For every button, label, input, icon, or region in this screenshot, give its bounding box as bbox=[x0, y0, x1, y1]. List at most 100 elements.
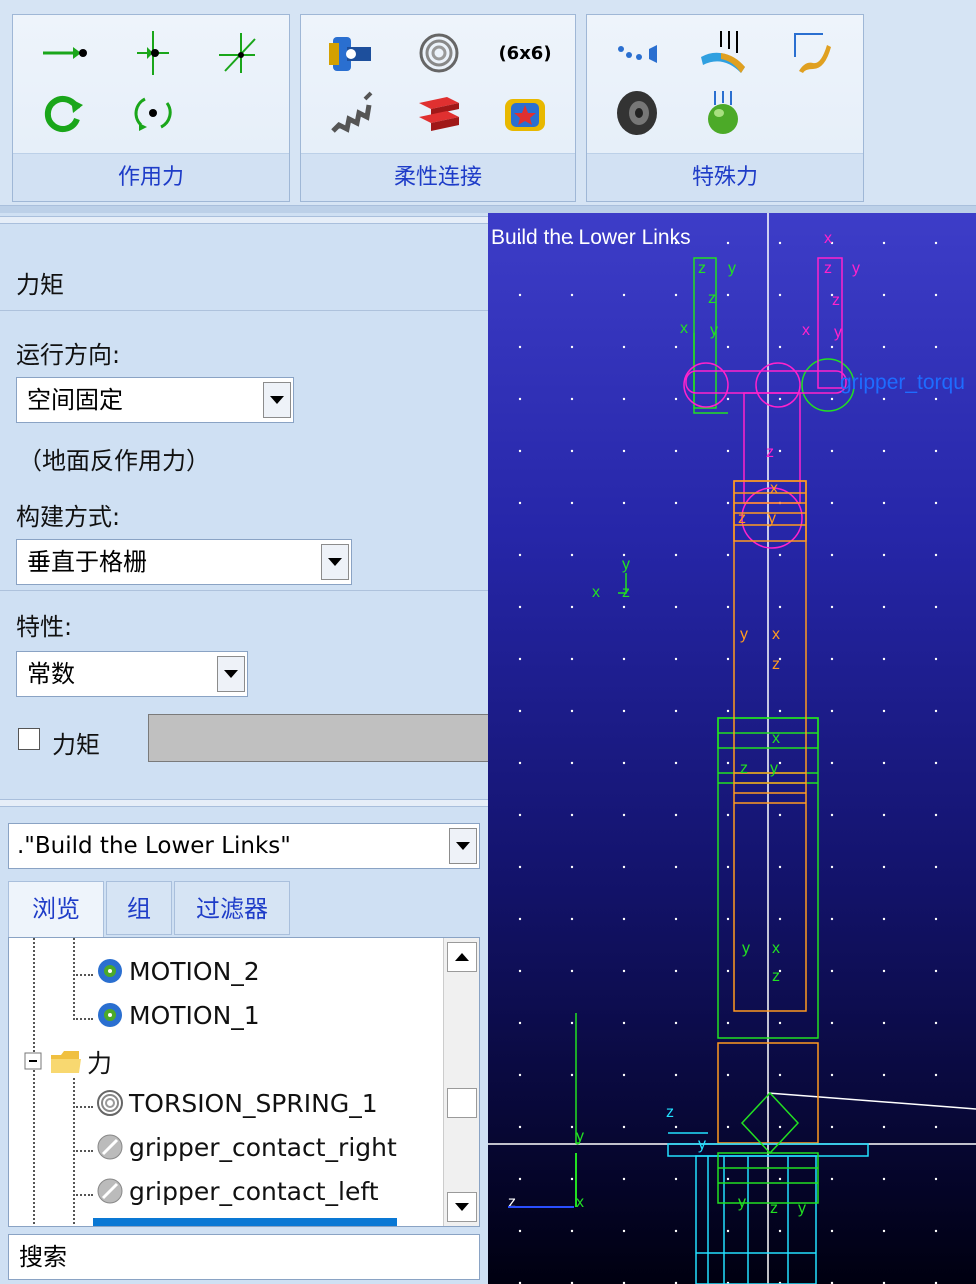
single-force-button[interactable] bbox=[35, 25, 91, 81]
grid-dot bbox=[882, 241, 886, 245]
direction-dropdown-button[interactable] bbox=[263, 382, 291, 418]
svg-text:z: z bbox=[622, 584, 630, 601]
svg-text:z: z bbox=[738, 510, 746, 527]
svg-text:z: z bbox=[666, 1104, 674, 1121]
general-force-button[interactable] bbox=[209, 25, 265, 81]
grid-dot bbox=[934, 657, 938, 661]
grid-dot bbox=[882, 709, 886, 713]
tree-item-selected[interactable] bbox=[93, 1218, 397, 1226]
collapse-icon[interactable] bbox=[23, 1051, 45, 1073]
scroll-up-button[interactable] bbox=[447, 942, 477, 972]
svg-text:z: z bbox=[508, 1194, 516, 1211]
beam-button[interactable] bbox=[411, 85, 467, 141]
scroll-thumb[interactable] bbox=[447, 1088, 477, 1118]
tree-scrollbar[interactable] bbox=[443, 938, 479, 1226]
divider bbox=[0, 310, 488, 311]
grid-dot bbox=[726, 865, 730, 869]
grid-dot bbox=[518, 969, 522, 973]
grid-dot bbox=[622, 813, 626, 817]
svg-text:z: z bbox=[740, 760, 748, 777]
grid-dot bbox=[674, 917, 678, 921]
modal-force-button[interactable] bbox=[609, 25, 665, 81]
bushing-button[interactable] bbox=[323, 25, 379, 81]
ribbon-group-label: 作用力 bbox=[13, 153, 289, 201]
grid-dot bbox=[778, 241, 782, 245]
svg-text:y: y bbox=[710, 322, 718, 339]
model-dropdown[interactable]: ."Build the Lower Links" bbox=[8, 823, 480, 869]
multi-point-force-icon bbox=[701, 31, 745, 73]
grid-dot bbox=[934, 1125, 938, 1129]
torque-3pt-button[interactable] bbox=[125, 85, 181, 141]
tree-item-gripper-contact-right[interactable]: gripper_contact_right bbox=[95, 1132, 397, 1162]
chevron-down-icon bbox=[224, 670, 238, 678]
tab-group[interactable]: 组 bbox=[106, 881, 172, 935]
translational-spring-button[interactable] bbox=[323, 85, 379, 141]
grid-dot bbox=[778, 1177, 782, 1181]
grid-dot bbox=[570, 657, 574, 661]
tree-item-label: 力 bbox=[87, 1049, 113, 1078]
tree-item-motion-1[interactable]: MOTION_1 bbox=[95, 1000, 260, 1030]
grid-dot bbox=[778, 1229, 782, 1233]
tree-guide bbox=[33, 938, 35, 1226]
direction-dropdown[interactable]: 空间固定 bbox=[16, 377, 294, 423]
tree-guide bbox=[73, 938, 75, 1020]
grid-dot bbox=[570, 345, 574, 349]
contact-icon bbox=[97, 1134, 123, 1160]
grid-dot bbox=[778, 813, 782, 817]
model-value: ."Build the Lower Links" bbox=[17, 833, 291, 859]
torque-3pt-icon bbox=[134, 97, 172, 131]
model-viewport[interactable]: zy zxy xzy zxy z xzy yxz xzy yxz yxz y z… bbox=[488, 213, 976, 1284]
grid-dot bbox=[570, 501, 574, 505]
grid-dot bbox=[570, 1177, 574, 1181]
contact-button[interactable] bbox=[695, 85, 751, 141]
gravity-force-button[interactable] bbox=[783, 25, 839, 81]
panel-splitter[interactable] bbox=[0, 216, 488, 224]
property-dropdown[interactable]: 常数 bbox=[16, 651, 248, 697]
matrix-6x6-button[interactable]: (6x6) bbox=[497, 25, 553, 81]
tab-browse[interactable]: 浏览 bbox=[8, 881, 104, 937]
grid-dot bbox=[570, 761, 574, 765]
model-dropdown-button[interactable] bbox=[449, 828, 477, 864]
search-input[interactable]: 搜索 bbox=[8, 1234, 480, 1280]
tree-item-motion-2[interactable]: MOTION_2 bbox=[95, 956, 260, 986]
grid-dot bbox=[622, 1021, 626, 1025]
tree-item-torsion-spring[interactable]: TORSION_SPRING_1 bbox=[95, 1088, 378, 1118]
tree-item-gripper-contact-left[interactable]: gripper_contact_left bbox=[95, 1176, 379, 1206]
construction-dropdown-button[interactable] bbox=[321, 544, 349, 580]
tire-button[interactable] bbox=[609, 85, 665, 141]
grid-dot bbox=[518, 1125, 522, 1129]
grid-dot bbox=[674, 813, 678, 817]
torsion-spring-button[interactable] bbox=[411, 25, 467, 81]
svg-text:x: x bbox=[802, 322, 810, 339]
panel-splitter[interactable] bbox=[0, 799, 488, 807]
grid-dot bbox=[726, 1021, 730, 1025]
torsion-spring-icon bbox=[419, 33, 459, 73]
tree-folder-forces[interactable]: 力 bbox=[23, 1044, 112, 1080]
tree-guide bbox=[73, 1078, 75, 1226]
grid-dot bbox=[622, 969, 626, 973]
single-torque-button[interactable] bbox=[35, 85, 91, 141]
grid-dot bbox=[726, 605, 730, 609]
perspective-line bbox=[767, 1092, 976, 1110]
scroll-down-button[interactable] bbox=[447, 1192, 477, 1222]
grid-dot bbox=[934, 449, 938, 453]
grid-dot bbox=[570, 1021, 574, 1025]
tree-guide bbox=[73, 974, 93, 976]
grid-dot bbox=[934, 917, 938, 921]
multi-point-force-button[interactable] bbox=[695, 25, 751, 81]
property-dropdown-button[interactable] bbox=[217, 656, 245, 692]
ribbon-group-applied-forces: 作用力 bbox=[12, 14, 290, 202]
torque-checkbox[interactable] bbox=[18, 728, 40, 750]
construction-dropdown[interactable]: 垂直于格栅 bbox=[16, 539, 352, 585]
grid-dot bbox=[674, 761, 678, 765]
single-force-3pt-button[interactable] bbox=[125, 25, 181, 81]
grid-dot bbox=[830, 761, 834, 765]
torque-input[interactable] bbox=[148, 714, 488, 762]
grid-dot bbox=[518, 865, 522, 869]
grid-dot bbox=[726, 345, 730, 349]
grid-dot bbox=[674, 449, 678, 453]
grid-dot bbox=[570, 813, 574, 817]
grid-dot bbox=[570, 969, 574, 973]
tab-filter[interactable]: 过滤器 bbox=[174, 881, 290, 935]
field-button[interactable] bbox=[497, 85, 553, 141]
